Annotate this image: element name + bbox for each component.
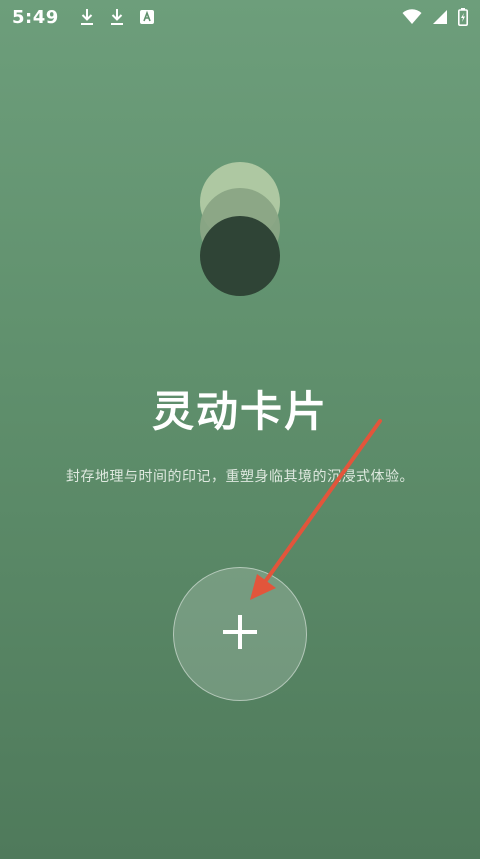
- status-left: 5:49: [12, 7, 155, 28]
- signal-icon: [432, 9, 448, 25]
- app-notification-icon: [139, 9, 155, 25]
- download-icon: [79, 8, 95, 26]
- plus-icon: [221, 613, 259, 655]
- wifi-icon: [402, 9, 422, 25]
- status-right: [402, 8, 468, 26]
- status-time: 5:49: [12, 6, 59, 28]
- status-bar: 5:49: [0, 0, 480, 34]
- add-card-button[interactable]: [173, 567, 307, 701]
- download-icon: [109, 8, 125, 26]
- logo-dot-dark: [200, 216, 280, 296]
- app-logo: [200, 162, 282, 298]
- page-title: 灵动卡片: [151, 387, 328, 436]
- battery-icon: [458, 8, 468, 26]
- page-subtitle: 封存地理与时间的印记，重塑身临其境的沉浸式体验。: [66, 469, 414, 485]
